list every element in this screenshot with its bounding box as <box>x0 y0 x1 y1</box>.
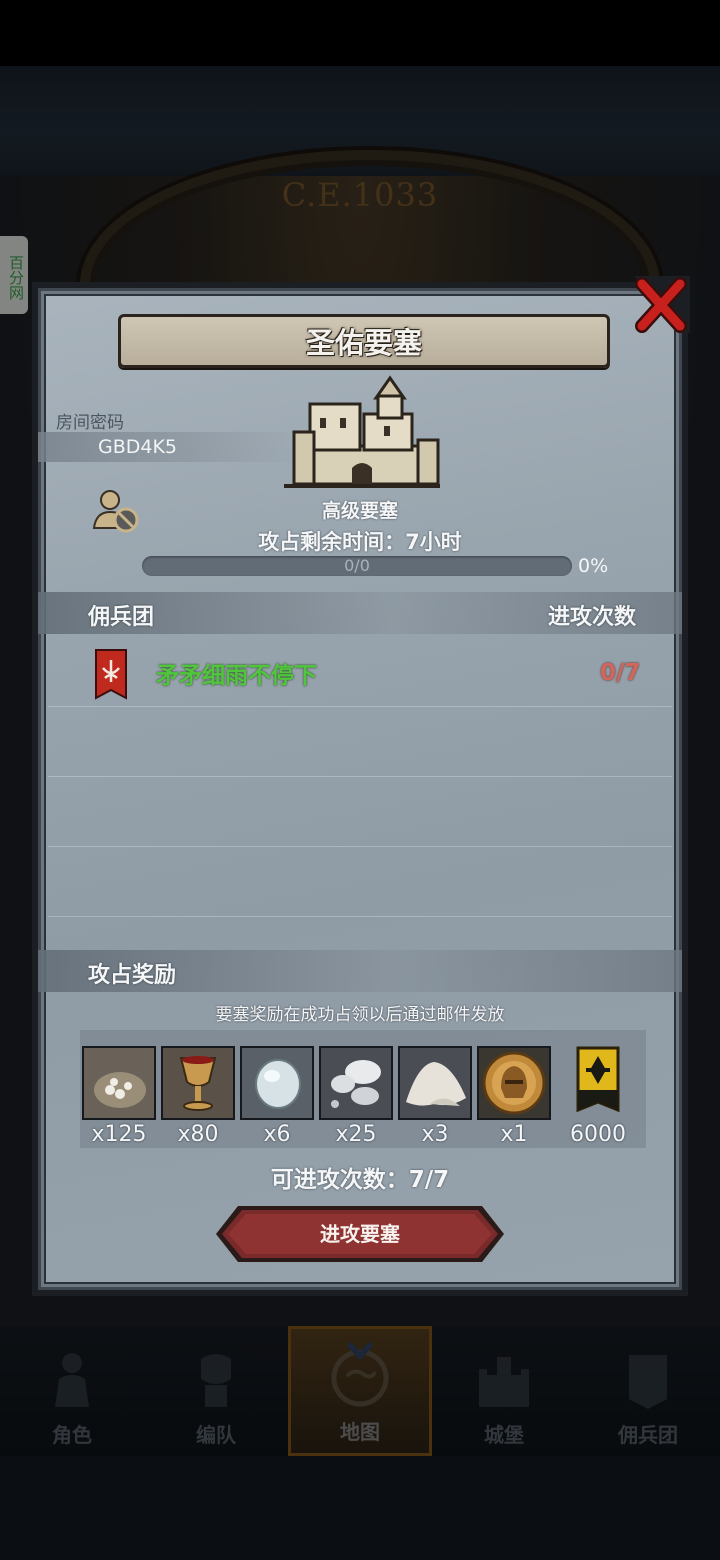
reward-qty-helmet-coin: x1 <box>500 1122 528 1147</box>
row-divider <box>48 706 672 707</box>
game-screen: C.E.1033 百分网 角色 编队 地图 城堡 佣兵团 圣佑要塞 房间密码 G… <box>0 0 720 1560</box>
room-password-label: 房间密码 <box>56 413 124 433</box>
capture-progress-bar: 0/0 <box>142 556 572 576</box>
mercenary-header-label: 佣兵团 <box>88 605 155 630</box>
progress-text: 0/0 <box>344 556 370 575</box>
goblet-icon <box>163 1048 233 1118</box>
fortress-icon <box>284 375 440 488</box>
reward-qty-silver: x25 <box>335 1122 377 1147</box>
progress-percent: 0% <box>578 555 609 577</box>
mercenary-attack-count: 0/7 <box>600 660 641 686</box>
dialog-title: 圣佑要塞 <box>305 326 422 360</box>
salt-pile-icon <box>400 1048 470 1118</box>
reward-note: 要塞奖励在成功占领以后通过邮件发放 <box>215 1005 505 1025</box>
reward-header-label: 攻占奖励 <box>88 963 177 988</box>
mercenary-name: 矛矛细雨不停下 <box>156 663 317 689</box>
knight-helmet-coin-icon <box>479 1048 549 1118</box>
room-code: GBD4K5 <box>98 436 178 458</box>
close-button[interactable] <box>630 276 690 338</box>
capture-time-left: 攻占剩余时间：7小时 <box>258 530 462 554</box>
reward-qty-ore: x125 <box>91 1122 147 1147</box>
reward-item-goblet[interactable] <box>161 1046 235 1120</box>
row-divider <box>48 916 672 917</box>
reward-item-silver[interactable] <box>319 1046 393 1120</box>
reward-qty-salt: x3 <box>421 1122 449 1147</box>
reward-qty-moonstone: x6 <box>263 1122 291 1147</box>
fortress-level: 高级要塞 <box>321 500 398 522</box>
guild-banner-icon[interactable] <box>574 1046 622 1118</box>
moonstone-icon <box>242 1048 312 1118</box>
mercenary-flag-icon <box>95 649 127 700</box>
attack-fortress-button[interactable]: 进攻要塞 <box>216 1206 504 1262</box>
attack-count-header: 进攻次数 <box>548 605 637 630</box>
attempts-left: 可进攻次数：7/7 <box>270 1167 450 1193</box>
reward-item-salt[interactable] <box>398 1046 472 1120</box>
reward-qty-banner: 6000 <box>570 1122 626 1147</box>
row-divider <box>48 846 672 847</box>
ore-sack-icon <box>84 1048 154 1118</box>
reward-item-helmet-coin[interactable] <box>477 1046 551 1120</box>
reward-item-ore[interactable] <box>82 1046 156 1120</box>
attack-fortress-label: 进攻要塞 <box>320 1222 400 1246</box>
silver-mushroom-icon <box>321 1048 391 1118</box>
title-plate: 圣佑要塞 <box>118 314 610 368</box>
row-divider <box>48 776 672 777</box>
reward-item-moonstone[interactable] <box>240 1046 314 1120</box>
mercenary-row[interactable]: 矛矛细雨不停下 0/7 <box>44 640 676 704</box>
close-icon <box>634 276 690 334</box>
reward-qty-goblet: x80 <box>177 1122 219 1147</box>
